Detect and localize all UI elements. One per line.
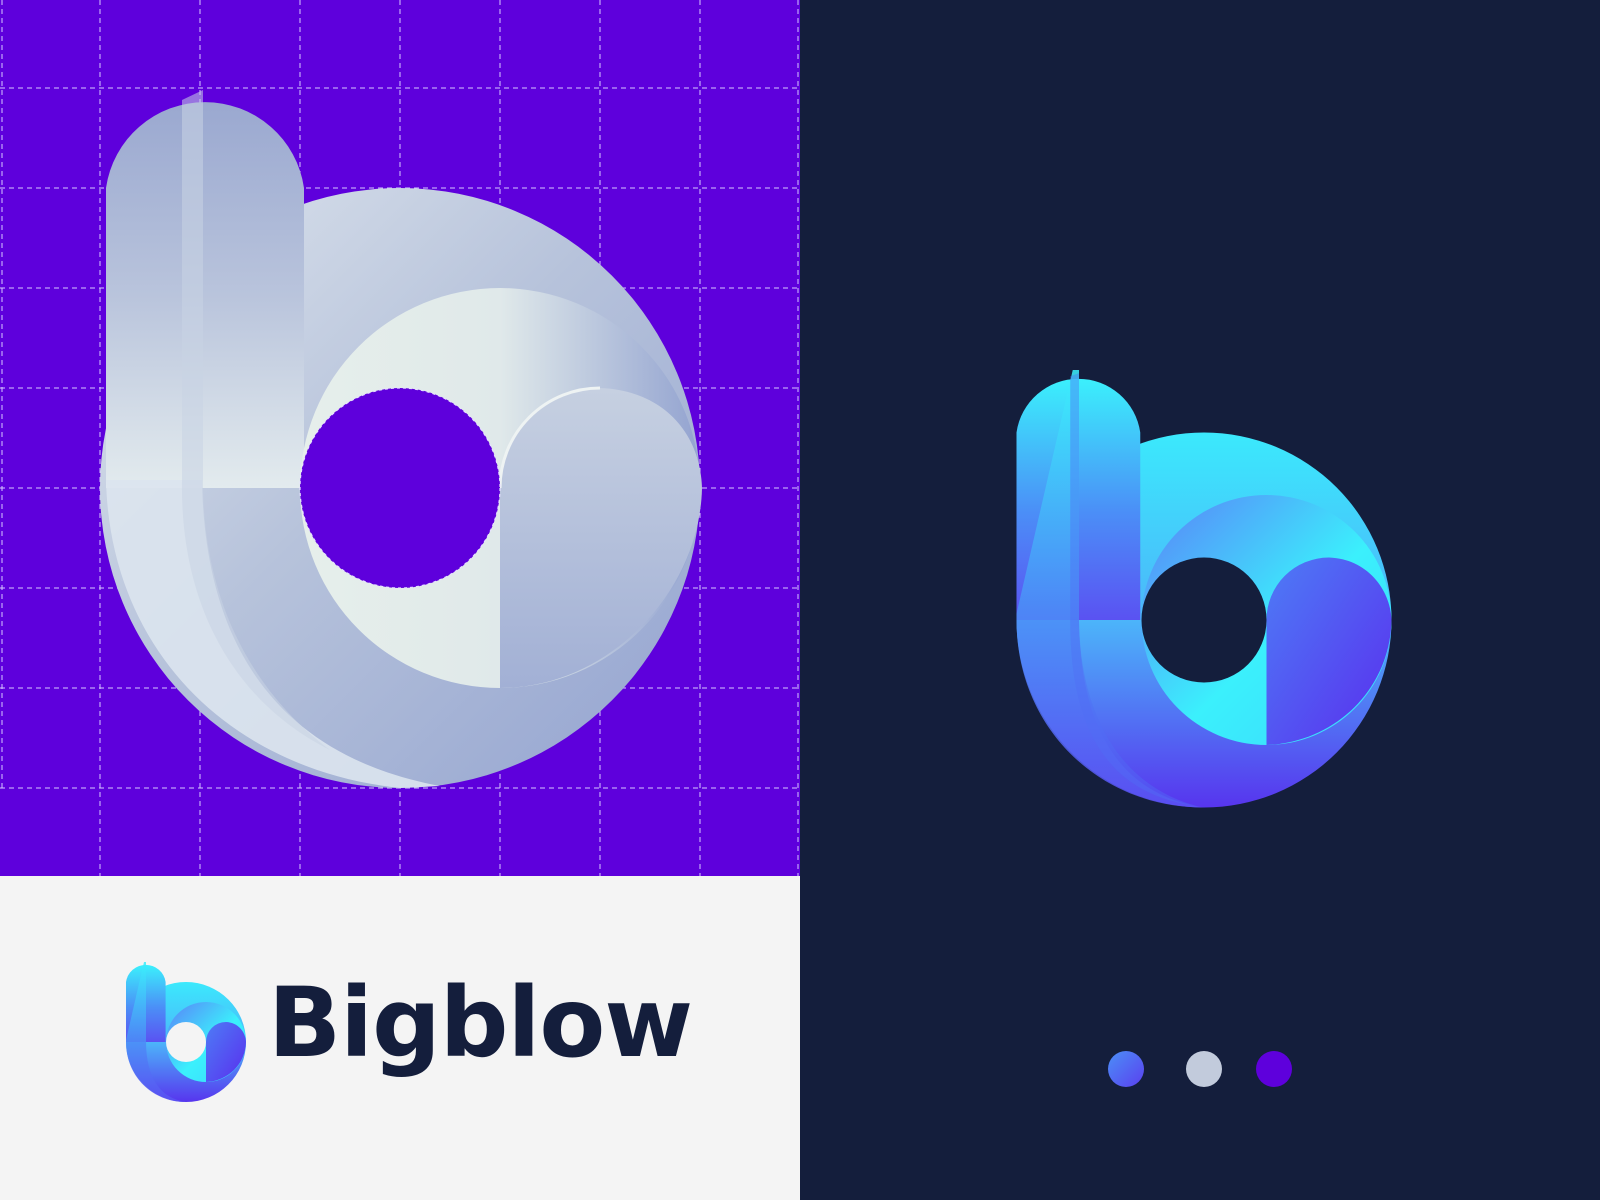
primary-logo-mark xyxy=(1016,370,1392,808)
brand-wordmark: Bigblow xyxy=(268,967,693,1079)
logo-construction-mark xyxy=(100,90,702,788)
construction-grid xyxy=(0,0,800,876)
swatch-blue-gradient xyxy=(1108,1051,1144,1087)
swatch-silver xyxy=(1186,1051,1222,1087)
logo-construction-grid-panel xyxy=(0,0,800,876)
swatch-violet xyxy=(1256,1051,1292,1087)
